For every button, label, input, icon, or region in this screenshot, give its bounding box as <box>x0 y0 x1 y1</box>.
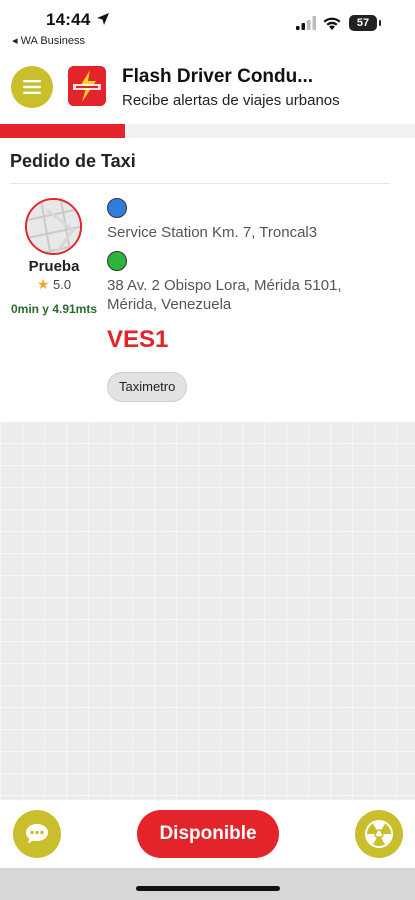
driver-avatar <box>25 198 82 255</box>
destination-marker-icon <box>107 251 127 271</box>
origin-marker-icon <box>107 198 127 218</box>
taximetro-chip[interactable]: Taximetro <box>107 372 188 402</box>
taxi-order-card[interactable]: Pedido de Taxi Prueba ★ 5.0 0min y 4.91m… <box>0 138 415 420</box>
battery-indicator: 57 <box>349 15 381 31</box>
divider <box>10 183 390 184</box>
driver-eta: 0min y 4.91mts <box>10 302 98 316</box>
star-icon: ★ <box>36 276 50 292</box>
cellular-signal-icon <box>296 16 316 30</box>
location-arrow-icon <box>97 13 109 25</box>
chat-button[interactable] <box>13 810 61 858</box>
progress-fill <box>0 124 125 138</box>
back-to-app-link[interactable]: ◂ WA Business <box>12 34 85 47</box>
hamburger-menu-icon <box>23 80 41 94</box>
radiation-icon <box>365 820 393 848</box>
status-time: 14:44 <box>46 10 91 29</box>
status-bar: 14:44 ◂ WA Business 57 <box>0 0 415 52</box>
driver-rating: ★ 5.0 <box>0 276 108 293</box>
rating-value: 5.0 <box>53 277 72 292</box>
map-view[interactable] <box>0 422 415 800</box>
available-button[interactable]: Disponible <box>137 810 279 858</box>
order-title: Pedido de Taxi <box>10 151 136 171</box>
trip-price: VES1 <box>107 326 169 353</box>
app-subtitle: Recibe alertas de viajes urbanos <box>122 92 340 109</box>
app-header: Flash Driver Condu... Recibe alertas de … <box>0 52 415 120</box>
origin-address: Service Station Km. 7, Troncal3 <box>107 224 318 241</box>
destination-address: 38 Av. 2 Obispo Lora, Mérida 5101, Mérid… <box>107 277 342 313</box>
sos-button[interactable] <box>355 810 403 858</box>
home-indicator-area <box>0 868 415 900</box>
app-title: Flash Driver Condu... <box>122 66 314 87</box>
flash-logo-icon <box>68 66 106 106</box>
menu-button[interactable] <box>11 66 53 108</box>
chat-bubble-icon <box>26 824 48 844</box>
progress-bar <box>0 124 415 138</box>
bottom-bar: Disponible <box>0 800 415 868</box>
driver-name: Prueba <box>28 258 80 275</box>
wifi-icon <box>323 17 341 30</box>
home-indicator[interactable] <box>136 886 280 891</box>
